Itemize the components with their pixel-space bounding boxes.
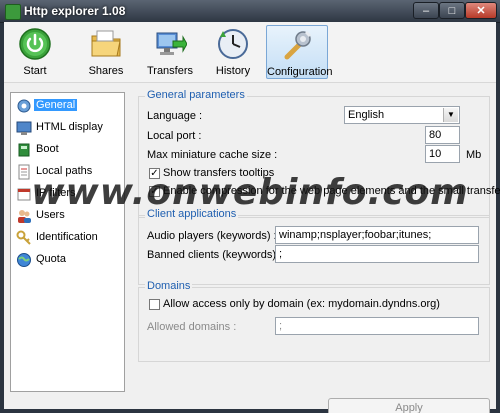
group-title: Domains	[145, 280, 193, 292]
allow-domain-checkbox[interactable]	[149, 299, 160, 310]
banned-clients-label: Banned clients (keywords) :	[147, 249, 283, 261]
sidebar-item-general[interactable]: General	[14, 97, 120, 115]
wrench-icon	[284, 30, 312, 60]
sidebar-item-label: Boot	[36, 143, 59, 155]
general-parameters-group: General parameters Language : English ▼ …	[138, 89, 500, 218]
cache-size-input[interactable]: 10	[425, 145, 460, 163]
language-select[interactable]: English ▼	[344, 106, 460, 124]
boot-icon	[18, 143, 30, 157]
sidebar-item-ip-filters[interactable]: IP filters	[14, 185, 120, 203]
shares-label: Shares	[88, 65, 124, 77]
sidebar-item-label: Users	[36, 209, 65, 221]
configuration-button[interactable]: Configuration	[266, 25, 333, 79]
folder-icon	[91, 30, 121, 57]
sidebar-item-label: Identification	[36, 231, 98, 243]
app-icon	[5, 4, 21, 20]
sidebar-item-quota[interactable]: Quota	[14, 251, 120, 269]
history-clock-icon	[218, 29, 248, 59]
sidebar-item-identification[interactable]: Identification	[14, 229, 120, 247]
transfers-icon	[156, 32, 187, 55]
cache-unit-label: Mb	[466, 149, 482, 161]
key-icon	[16, 230, 31, 245]
start-label: Start	[23, 65, 47, 77]
group-title: General parameters	[145, 89, 247, 101]
sidebar-item-local-paths[interactable]: Local paths	[14, 163, 120, 181]
sidebar-item-label: Quota	[36, 253, 66, 265]
settings-sidebar: General HTML display Boot Local paths IP…	[10, 92, 125, 392]
sidebar-item-label: Local paths	[36, 165, 93, 177]
maximize-button[interactable]: □	[439, 2, 465, 19]
power-icon	[19, 28, 51, 60]
banned-clients-input[interactable]: ;	[275, 245, 479, 263]
minimize-button[interactable]: –	[413, 2, 439, 19]
local-port-label: Local port :	[147, 130, 202, 142]
start-button[interactable]: Start	[10, 25, 60, 79]
local-port-input[interactable]: 80	[425, 126, 460, 144]
history-label: History	[215, 65, 251, 77]
audio-players-label: Audio players (keywords) :	[147, 230, 277, 242]
configuration-label: Configuration	[267, 66, 333, 78]
cache-size-label: Max miniature cache size :	[147, 149, 278, 161]
tooltips-checkbox[interactable]: ✓	[149, 168, 160, 179]
group-title: Client applications	[145, 208, 239, 220]
filter-icon	[17, 188, 31, 201]
sidebar-item-users[interactable]: Users	[14, 207, 120, 225]
globe-icon	[17, 253, 31, 267]
gear-icon	[17, 99, 31, 113]
tooltips-label: Show transfers tooltips	[163, 167, 275, 179]
app-window: Http explorer 1.08 – □ ✕ Start Shares Tr…	[0, 0, 500, 413]
main-toolbar: Start Shares Transfers History Configura…	[4, 22, 496, 83]
language-label: Language :	[147, 110, 203, 122]
document-icon	[18, 164, 30, 180]
compression-checkbox[interactable]: ✓	[149, 186, 160, 197]
sidebar-item-label: HTML display	[36, 121, 103, 133]
compression-label: Enable compression for the web page elem…	[163, 185, 500, 197]
transfers-label: Transfers	[146, 65, 194, 77]
sidebar-item-label: IP filters	[36, 187, 76, 199]
allow-domain-label: Allow access only by domain (ex: mydomai…	[163, 298, 440, 310]
close-button[interactable]: ✕	[465, 2, 497, 19]
sidebar-item-label: General	[34, 99, 78, 111]
users-icon	[18, 210, 31, 223]
domains-group: Domains Allow access only by domain (ex:…	[138, 280, 490, 362]
history-button[interactable]: History	[208, 25, 258, 79]
sidebar-item-boot[interactable]: Boot	[14, 141, 120, 159]
client-area: Start Shares Transfers History Configura…	[4, 22, 500, 413]
transfers-button[interactable]: Transfers	[142, 25, 198, 79]
title-bar: Http explorer 1.08 – □ ✕	[0, 0, 500, 23]
audio-players-input[interactable]: winamp;nsplayer;foobar;itunes;	[275, 226, 479, 244]
client-applications-group: Client applications Audio players (keywo…	[138, 208, 490, 285]
allowed-domains-label: Allowed domains :	[147, 321, 237, 333]
sidebar-item-html-display[interactable]: HTML display	[14, 119, 120, 137]
language-value: English	[348, 109, 385, 121]
apply-button[interactable]: Apply	[328, 398, 490, 413]
window-title: Http explorer 1.08	[24, 4, 126, 18]
monitor-icon	[16, 121, 32, 135]
chevron-down-icon[interactable]: ▼	[443, 108, 458, 122]
allowed-domains-input[interactable]: ;	[275, 317, 479, 335]
shares-button[interactable]: Shares	[80, 25, 132, 79]
